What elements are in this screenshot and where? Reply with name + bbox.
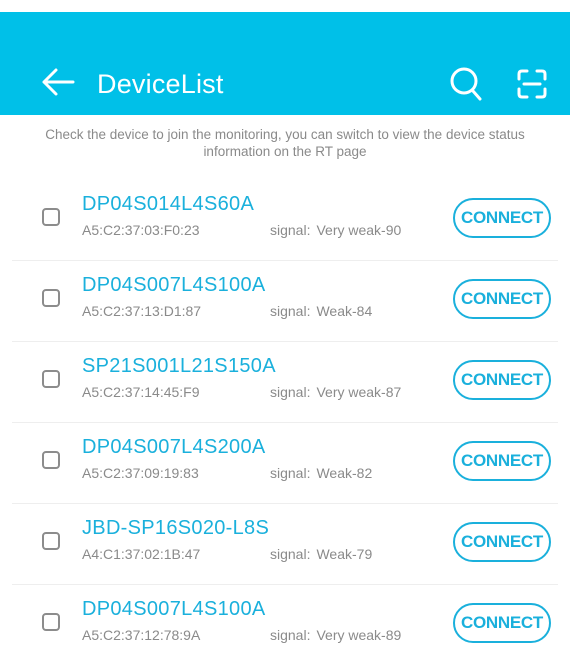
- device-row: DP04S014L4S60A A5:C2:37:03:F0:23 signal:…: [0, 180, 570, 261]
- instruction-text: Check the device to join the monitoring,…: [45, 127, 525, 159]
- search-button[interactable]: [446, 64, 486, 104]
- device-checkbox[interactable]: [42, 208, 60, 226]
- signal-label: signal:: [270, 303, 311, 319]
- back-button[interactable]: [38, 64, 78, 100]
- device-mac: A5:C2:37:13:D1:87: [82, 303, 202, 319]
- connect-button[interactable]: CONNECT: [453, 603, 551, 643]
- scan-icon: [517, 69, 547, 99]
- connect-button[interactable]: CONNECT: [453, 279, 551, 319]
- device-mac: A4:C1:37:02:1B:47: [82, 546, 201, 562]
- device-signal: signal: Weak-84: [270, 302, 372, 320]
- signal-value: Weak-82: [316, 465, 373, 481]
- search-icon: [450, 67, 482, 101]
- device-row: JBD-SP16S020-L8S A4:C1:37:02:1B:47 signa…: [0, 504, 570, 585]
- signal-label: signal:: [270, 465, 311, 481]
- connect-button[interactable]: CONNECT: [453, 360, 551, 400]
- device-signal: signal: Very weak-87: [270, 383, 401, 401]
- device-name: DP04S014L4S60A: [82, 193, 255, 215]
- device-signal: signal: Weak-82: [270, 464, 372, 482]
- device-checkbox[interactable]: [42, 370, 60, 388]
- signal-value: Weak-84: [316, 303, 373, 319]
- device-signal: signal: Very weak-90: [270, 221, 401, 239]
- signal-label: signal:: [270, 627, 311, 643]
- signal-label: signal:: [270, 546, 311, 562]
- device-checkbox[interactable]: [42, 613, 60, 631]
- signal-value: Very weak-90: [316, 222, 402, 238]
- page-title: DeviceList: [97, 69, 224, 99]
- device-signal: signal: Very weak-89: [270, 626, 401, 644]
- signal-value: Very weak-89: [316, 627, 402, 643]
- status-bar-area: [0, 0, 570, 12]
- arrow-left-icon: [42, 68, 75, 96]
- device-checkbox[interactable]: [42, 451, 60, 469]
- connect-button[interactable]: CONNECT: [453, 441, 551, 481]
- device-checkbox[interactable]: [42, 532, 60, 550]
- device-mac: A5:C2:37:09:19:83: [82, 465, 199, 481]
- device-mac: A5:C2:37:12:78:9A: [82, 627, 201, 643]
- device-mac: A5:C2:37:03:F0:23: [82, 222, 200, 238]
- device-name: DP04S007L4S200A: [82, 436, 266, 458]
- device-list: DP04S014L4S60A A5:C2:37:03:F0:23 signal:…: [0, 180, 570, 646]
- app-bar: DeviceList: [0, 12, 570, 115]
- scan-button[interactable]: [512, 64, 552, 104]
- device-row: SP21S001L21S150A A5:C2:37:14:45:F9 signa…: [0, 342, 570, 423]
- signal-value: Very weak-87: [316, 384, 402, 400]
- signal-label: signal:: [270, 222, 311, 238]
- device-name: DP04S007L4S100A: [82, 274, 266, 296]
- device-row: DP04S007L4S200A A5:C2:37:09:19:83 signal…: [0, 423, 570, 504]
- signal-value: Weak-79: [316, 546, 373, 562]
- device-row: DP04S007L4S100A A5:C2:37:12:78:9A signal…: [0, 585, 570, 646]
- device-name: JBD-SP16S020-L8S: [82, 517, 270, 539]
- connect-button[interactable]: CONNECT: [453, 522, 551, 562]
- device-list-screen: DeviceList Check the device to join the …: [0, 0, 570, 646]
- device-name: SP21S001L21S150A: [82, 355, 276, 377]
- device-mac: A5:C2:37:14:45:F9: [82, 384, 200, 400]
- signal-label: signal:: [270, 384, 311, 400]
- device-signal: signal: Weak-79: [270, 545, 372, 563]
- device-name: DP04S007L4S100A: [82, 598, 266, 620]
- connect-button[interactable]: CONNECT: [453, 198, 551, 238]
- device-row: DP04S007L4S100A A5:C2:37:13:D1:87 signal…: [0, 261, 570, 342]
- device-checkbox[interactable]: [42, 289, 60, 307]
